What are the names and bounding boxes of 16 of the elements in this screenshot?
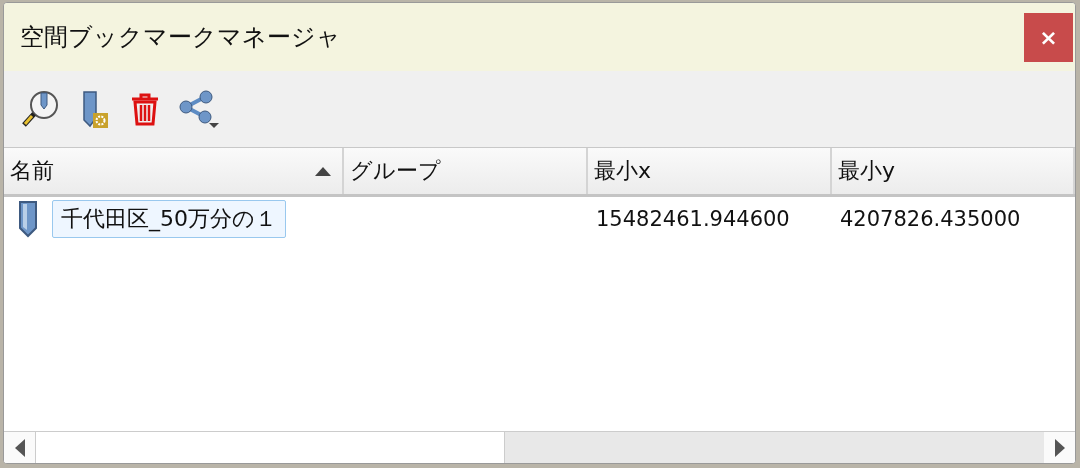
- scroll-right-icon[interactable]: [1054, 439, 1065, 457]
- table-cell-text: 15482461.944600: [595, 207, 791, 231]
- bookmark-icon: [18, 200, 38, 238]
- scrollbar-thumb[interactable]: [35, 432, 505, 463]
- name-edit-field[interactable]: 千代田区_50万分の１: [52, 200, 286, 238]
- column-header[interactable]: 名前: [4, 148, 344, 194]
- magnifier-icon: [20, 89, 60, 129]
- close-button[interactable]: ×: [1024, 12, 1073, 62]
- table-cell-text: 4207826.435000: [839, 207, 1022, 231]
- window-title: 空間ブックマークマネージャ: [20, 22, 341, 53]
- scroll-left-icon[interactable]: [14, 439, 25, 457]
- column-header[interactable]: 最小x: [588, 148, 832, 194]
- column-header[interactable]: グループ: [344, 148, 588, 194]
- horizontal-scrollbar[interactable]: [4, 431, 1075, 463]
- share-icon: [178, 89, 222, 129]
- column-header[interactable]: 最小y: [832, 148, 1075, 194]
